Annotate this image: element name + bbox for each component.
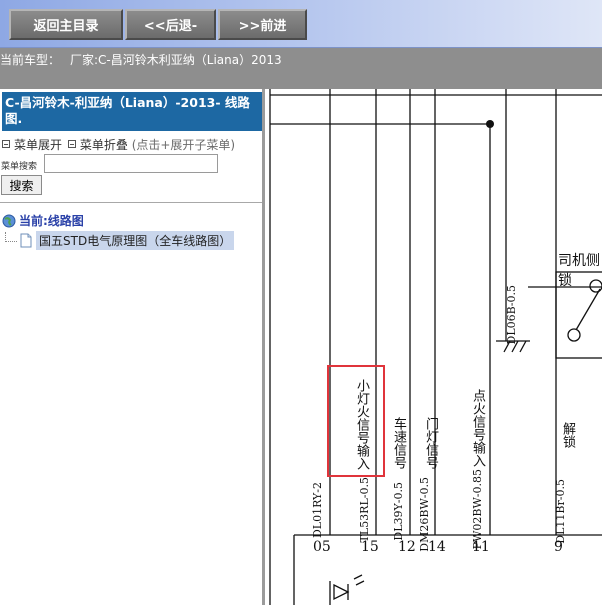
tree-root[interactable]: 当前:线路图 (2, 212, 84, 229)
wire-code: PW02BW-0.85 (471, 469, 484, 550)
sidebar-title: C-昌河铃木-利亚纳（Liana）-2013- 线路图. (2, 92, 262, 131)
expand-square-icon (2, 140, 10, 148)
tree-item-label: 国五STD电气原理图（全车线路图） (36, 231, 235, 250)
signal-label: 车速信号 (391, 417, 406, 469)
globe-icon (2, 214, 16, 227)
document-icon (20, 233, 32, 248)
top-toolbar: 返回主目录 <<后退- >>前进 (0, 0, 602, 48)
menu-controls: 菜单展开 菜单折叠 (点击+展开子菜单) (2, 136, 264, 153)
tree-root-label: 当前:线路图 (19, 214, 84, 228)
highlight-box (327, 365, 385, 477)
switch-box-label: 司机侧锁 (558, 253, 600, 289)
menu-expand-toggle[interactable]: 菜单展开 (2, 138, 62, 152)
tree-connector (5, 231, 17, 242)
wire-code: DL06B-0.5 (505, 285, 518, 345)
wire-code: DL01RY-2 (311, 482, 324, 539)
tree-item-wiring-diagram[interactable]: 国五STD电气原理图（全车线路图） (5, 231, 235, 250)
wire-code: DL11Br-0.5 (554, 479, 567, 544)
forward-button[interactable]: >>前进 (218, 9, 307, 40)
signal-label: 门灯信号 (423, 417, 438, 469)
sidebar: C-昌河铃木-利亚纳（Liana）-2013- 线路图. 菜单展开 菜单折叠 (… (0, 89, 265, 605)
home-button[interactable]: 返回主目录 (9, 9, 123, 40)
menu-collapse-label: 菜单折叠 (79, 138, 128, 152)
signal-label: 解锁 (560, 422, 575, 448)
menu-collapse-hint: (点击+展开子菜单) (131, 138, 236, 152)
pin-number: 14 (428, 539, 446, 555)
current-model-bar: 当前车型： 厂家:C-昌河铃木利亚纳（Liana）2013 (0, 48, 602, 89)
wiring-diagram[interactable]: 小灯火信号输入 车速信号 门灯信号 点火信号输入 解锁 DL01RY-2 TL5… (268, 89, 602, 605)
menu-expand-label: 菜单展开 (14, 138, 63, 152)
search-button[interactable]: 搜索 (1, 175, 42, 195)
wire-code: TL53RL-0.5 (358, 477, 371, 543)
signal-label: 点火信号输入 (470, 389, 485, 467)
collapse-square-icon (67, 140, 76, 148)
pin-number: 15 (361, 539, 379, 555)
wire-code: DL39Y-0.5 (392, 482, 405, 541)
pin-number: 12 (398, 539, 416, 555)
current-model-value: 厂家:C-昌河铃木利亚纳（Liana）2013 (70, 53, 282, 67)
current-model-label: 当前车型： (0, 53, 61, 67)
search-label: 菜单搜索 (1, 162, 38, 172)
pin-number: 9 (554, 539, 563, 555)
search-input[interactable] (44, 154, 218, 173)
pin-number: 05 (313, 539, 331, 555)
back-button[interactable]: <<后退- (125, 9, 216, 40)
menu-collapse-toggle[interactable]: 菜单折叠 (67, 138, 128, 152)
pin-number: 11 (472, 539, 490, 555)
sidebar-divider (0, 202, 262, 203)
